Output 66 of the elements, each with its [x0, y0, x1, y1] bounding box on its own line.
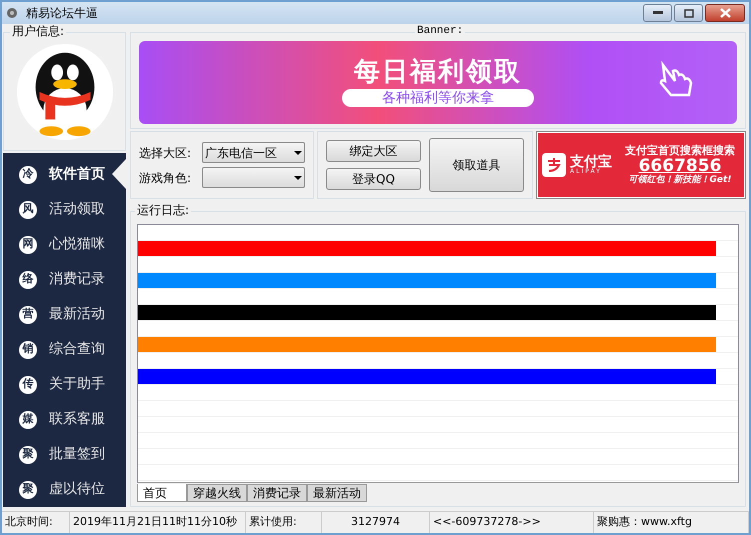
- tab[interactable]: 最新活动: [307, 484, 367, 502]
- nav-badge-icon: 聚: [19, 446, 37, 464]
- nav-badge-icon: 传: [19, 376, 37, 394]
- claim-button[interactable]: 领取道具: [429, 138, 524, 192]
- action-button[interactable]: 绑定大区: [326, 140, 421, 162]
- nav-label: 联系客服: [49, 410, 105, 429]
- tab[interactable]: 首页: [137, 484, 187, 502]
- nav-item[interactable]: 传 关于助手: [3, 367, 126, 402]
- nav-item[interactable]: 络 消费记录: [3, 262, 126, 297]
- ad-text: 支付宝首页搜索框搜索: [625, 144, 735, 158]
- nav-label: 心悦猫咪: [49, 235, 105, 254]
- field-label: 游戏角色:: [139, 170, 192, 186]
- minimize-icon: [652, 11, 662, 15]
- ad-code: 6667856: [638, 158, 722, 175]
- nav-badge-icon: 网: [19, 236, 37, 254]
- nav-badge-icon: 销: [19, 340, 37, 358]
- nav-item[interactable]: 销 综合查询: [3, 332, 126, 367]
- banner-headline: 每日福利领取: [354, 58, 522, 84]
- brand-glyph-icon: [546, 157, 562, 173]
- maximize-button[interactable]: [674, 4, 703, 22]
- app-icon: [6, 7, 18, 19]
- ad-slogan: 可领红包！新技能！Get!: [628, 174, 732, 186]
- close-icon: [720, 8, 730, 18]
- dropdown-field[interactable]: 广东电信一区: [202, 142, 305, 163]
- status-field: 2019年11月21日11时11分10秒: [70, 512, 246, 533]
- nav-item[interactable]: 网 心悦猫咪: [3, 227, 126, 262]
- dropdown-field[interactable]: [202, 167, 305, 188]
- nav-item[interactable]: 营 最新活动: [3, 297, 126, 332]
- status-field: 3127974: [322, 512, 430, 533]
- nav-badge-icon: 络: [19, 270, 37, 288]
- nav-badge-icon: 营: [19, 306, 37, 324]
- caret-icon: [294, 176, 302, 180]
- nav-item[interactable]: 聚 批量签到: [3, 437, 126, 472]
- maximize-icon: [684, 8, 694, 18]
- nav-badge-icon: 聚: [19, 480, 37, 498]
- nav-badge-icon: 冷: [19, 166, 37, 184]
- nav-item[interactable]: 媒 联系客服: [3, 402, 126, 437]
- group-label: 用户信息:: [10, 24, 66, 38]
- nav-item[interactable]: 聚 虚以待位: [3, 472, 126, 507]
- window-title: 精易论坛牛逼: [26, 5, 98, 22]
- status-field: 累计使用:: [246, 512, 322, 533]
- nav-label: 关于助手: [49, 375, 105, 394]
- nav-label: 最新活动: [49, 305, 105, 324]
- group-label: 运行日志:: [135, 203, 192, 217]
- action-button[interactable]: 登录QQ: [326, 168, 421, 190]
- status-field: 聚购惠：www.xftg: [594, 512, 749, 533]
- caret-icon: [294, 150, 302, 154]
- status-field: <<-609737278->>: [430, 512, 594, 533]
- minimize-button[interactable]: [643, 4, 672, 22]
- nav-label: 活动领取: [49, 200, 105, 219]
- nav-label: 批量签到: [49, 445, 105, 464]
- nav-badge-icon: 风: [19, 200, 37, 218]
- tab[interactable]: 穿越火线: [187, 484, 247, 502]
- banner-subline: 各种福利等你来拿: [342, 88, 534, 106]
- nav-badge-icon: 媒: [19, 410, 37, 428]
- field-label: 选择大区:: [139, 144, 192, 162]
- nav-label: 消费记录: [49, 270, 105, 289]
- close-button[interactable]: [705, 4, 745, 22]
- selection-pointer-icon: [112, 159, 126, 189]
- nav-label: 综合查询: [49, 340, 105, 359]
- tab[interactable]: 消费记录: [247, 484, 307, 502]
- ad-brand: 支付宝: [570, 155, 612, 169]
- nav-item[interactable]: 风 活动领取: [3, 192, 126, 227]
- nav-label: 软件首页: [49, 165, 105, 184]
- status-field: 北京时间:: [2, 512, 70, 533]
- nav-label: 虚以待位: [49, 480, 105, 499]
